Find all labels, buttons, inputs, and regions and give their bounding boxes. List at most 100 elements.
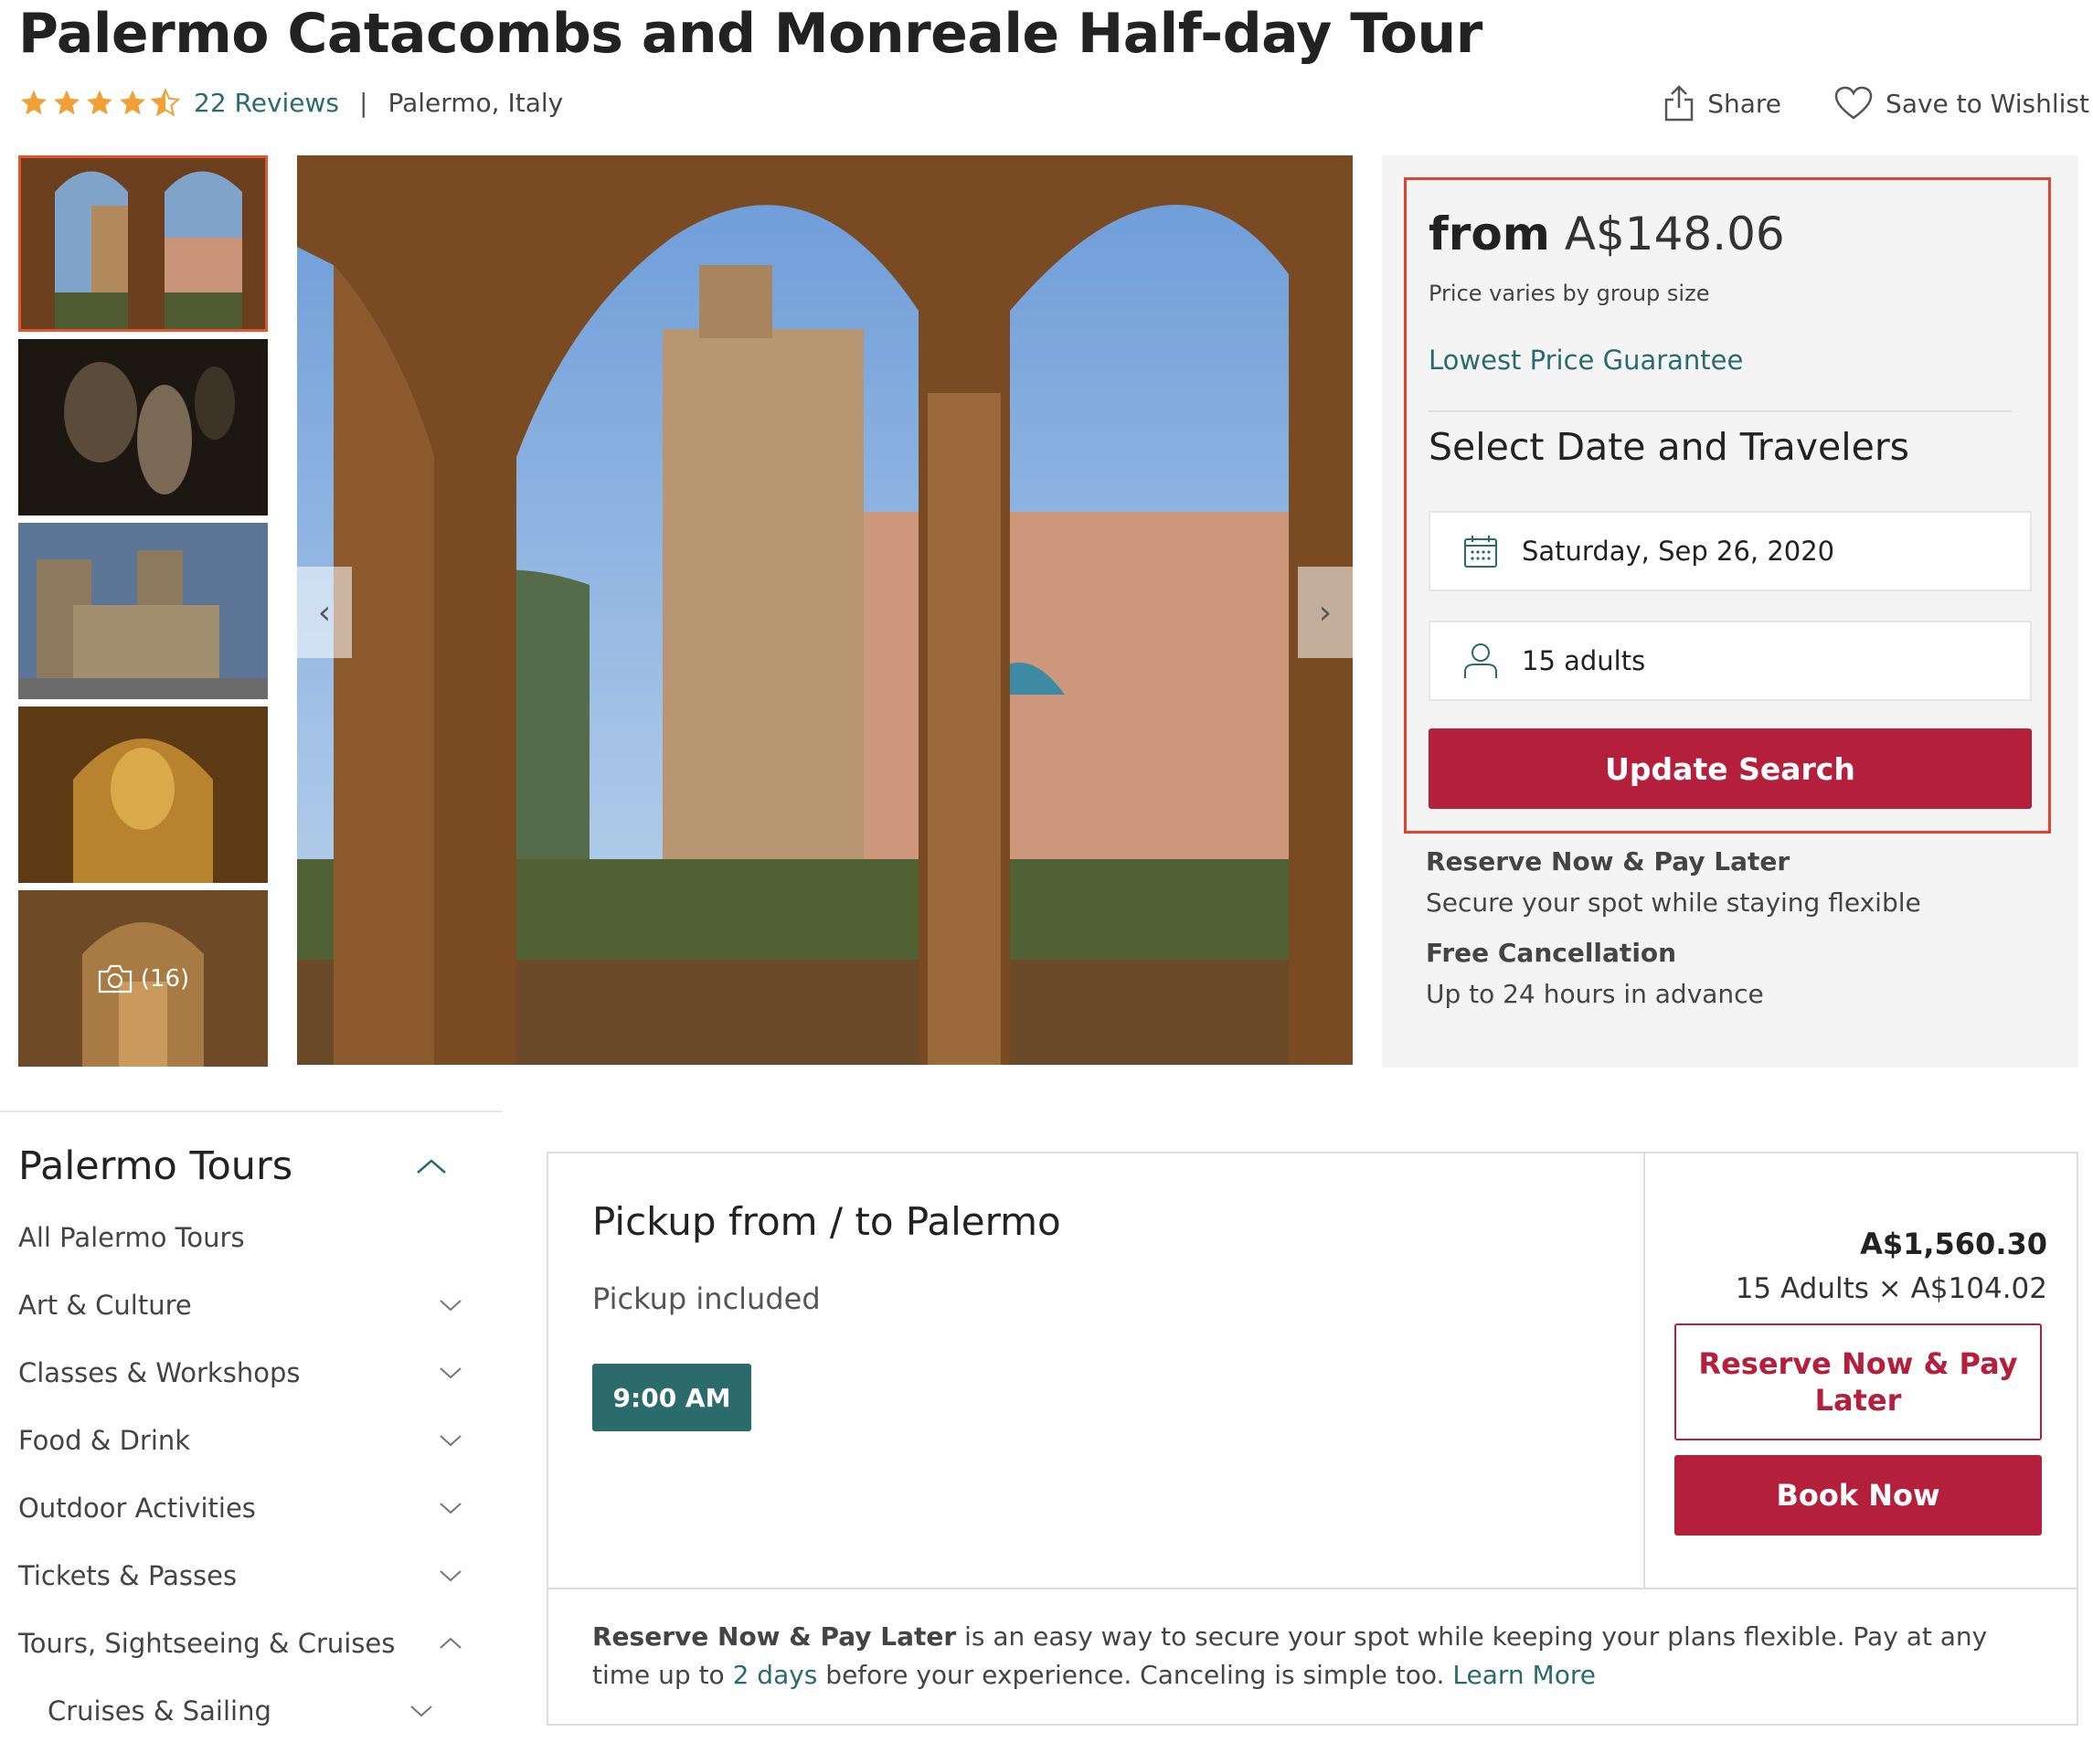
price-value: A$148.06 xyxy=(1564,207,1785,260)
perk-title: Reserve Now & Pay Later xyxy=(1426,846,1790,877)
date-picker-field[interactable]: Saturday, Sep 26, 2020 xyxy=(1429,511,2032,591)
perk-title: Free Cancellation xyxy=(1426,938,1677,968)
reserve-now-pay-later-button[interactable]: Reserve Now & Pay Later xyxy=(1674,1323,2042,1440)
thumbnail-more-photos[interactable]: (16) xyxy=(18,890,268,1067)
thumbnail-strip: (16) xyxy=(18,155,268,1074)
sidebar-item-cruises-sailing[interactable]: Cruises & Sailing xyxy=(18,1677,475,1745)
camera-icon xyxy=(98,964,132,993)
thumbnail-cathedral[interactable] xyxy=(18,523,268,699)
time-slot-button[interactable]: 9:00 AM xyxy=(592,1364,751,1431)
tour-option-card: Pickup from / to Palermo Pickup included… xyxy=(547,1152,2078,1726)
wishlist-label: Save to Wishlist xyxy=(1886,88,2089,119)
chevron-down-icon xyxy=(410,1706,432,1717)
reserve-info-text: Reserve Now & Pay Later is an easy way t… xyxy=(592,1618,2033,1695)
sidebar-item-classes-workshops[interactable]: Classes & Workshops xyxy=(18,1339,475,1407)
option-details: Pickup from / to Palermo Pickup included… xyxy=(548,1153,1643,1588)
star-icon xyxy=(54,90,80,115)
reserve-info-bold: Reserve Now & Pay Later xyxy=(592,1621,957,1652)
sidebar-item-label: Tickets & Passes xyxy=(18,1560,238,1591)
option-price-breakdown: 15 Adults × A$104.02 xyxy=(1735,1272,2047,1305)
chevron-up-icon xyxy=(417,1159,446,1174)
sidebar-divider xyxy=(0,1110,503,1112)
share-button[interactable]: Share xyxy=(1663,84,1781,122)
option-total-price: A$1,560.30 xyxy=(1860,1227,2047,1261)
hero-photo xyxy=(297,155,1353,1065)
learn-more-link[interactable]: Learn More xyxy=(1452,1660,1596,1690)
chevron-down-icon xyxy=(440,1435,462,1447)
rating-row: 22 Reviews | Palermo, Italy xyxy=(18,84,563,121)
option-subtitle: Pickup included xyxy=(592,1281,821,1316)
sidebar-item-label: All Palermo Tours xyxy=(18,1222,245,1253)
price-prefix: from xyxy=(1429,207,1550,260)
photo-count: (16) xyxy=(140,964,190,993)
star-icon xyxy=(120,90,145,115)
thumbnail-interior-mosaic[interactable] xyxy=(18,707,268,883)
divider xyxy=(1429,410,2012,412)
reserve-info-part2: before your experience. Canceling is sim… xyxy=(817,1660,1453,1690)
chevron-left-icon: ‹ xyxy=(317,593,332,632)
chevron-down-icon xyxy=(440,1367,462,1379)
sidebar-item-outdoor-activities[interactable]: Outdoor Activities xyxy=(18,1474,475,1542)
booking-form: from A$148.06 Price varies by group size… xyxy=(1404,177,2051,834)
sidebar-item-label: Classes & Workshops xyxy=(18,1357,301,1388)
price-note: Price varies by group size xyxy=(1429,281,1710,306)
star-icon xyxy=(87,90,112,115)
share-label: Share xyxy=(1707,88,1782,119)
days-link[interactable]: 2 days xyxy=(733,1660,818,1690)
half-star-icon xyxy=(150,88,181,117)
hero-image: ‹ › xyxy=(297,155,1353,1065)
perk-free-cancellation: Free Cancellation Up to 24 hours in adva… xyxy=(1426,938,1764,1009)
option-title: Pickup from / to Palermo xyxy=(592,1199,1061,1244)
star-rating xyxy=(18,88,181,117)
option-pricing: A$1,560.30 15 Adults × A$104.02 Reserve … xyxy=(1645,1153,2077,1588)
sidebar-item-art-culture[interactable]: Art & Culture xyxy=(18,1271,475,1339)
thumbnail-image xyxy=(18,523,268,699)
date-value: Saturday, Sep 26, 2020 xyxy=(1522,536,1835,567)
header-actions: Share Save to Wishlist xyxy=(1663,84,2089,122)
travelers-value: 15 adults xyxy=(1522,645,1646,676)
person-icon xyxy=(1463,642,1502,680)
book-now-button[interactable]: Book Now xyxy=(1674,1455,2042,1536)
sidebar-categories: Palermo Tours All Palermo Tours Art & Cu… xyxy=(18,1138,475,1745)
share-icon xyxy=(1664,85,1694,122)
chevron-up-icon xyxy=(440,1637,462,1649)
wishlist-button[interactable]: Save to Wishlist xyxy=(1834,86,2089,121)
heart-icon xyxy=(1834,86,1873,120)
hero-prev-button[interactable]: ‹ xyxy=(297,567,352,658)
price-display: from A$148.06 xyxy=(1429,207,1785,260)
star-icon xyxy=(21,90,47,115)
update-search-button[interactable]: Update Search xyxy=(1429,728,2032,809)
sidebar-item-food-drink[interactable]: Food & Drink xyxy=(18,1407,475,1474)
meta-separator: | xyxy=(359,87,368,118)
booking-panel: from A$148.06 Price varies by group size… xyxy=(1382,155,2078,1068)
travelers-field[interactable]: 15 adults xyxy=(1429,621,2032,701)
thumbnail-cloister[interactable] xyxy=(18,155,268,332)
sidebar-item-tours-sightseeing-cruises[interactable]: Tours, Sightseeing & Cruises xyxy=(18,1610,475,1677)
perk-text: Secure your spot while staying flexible xyxy=(1426,887,1921,918)
sidebar-item-tickets-passes[interactable]: Tickets & Passes xyxy=(18,1542,475,1610)
chevron-right-icon: › xyxy=(1318,593,1333,632)
thumbnail-image xyxy=(18,339,268,515)
sidebar-item-label: Tours, Sightseeing & Cruises xyxy=(18,1628,396,1659)
perk-reserve-now: Reserve Now & Pay Later Secure your spot… xyxy=(1426,846,1921,918)
sidebar-item-all-palermo-tours[interactable]: All Palermo Tours xyxy=(18,1204,475,1271)
sidebar-heading-label: Palermo Tours xyxy=(18,1143,293,1189)
photo-count-overlay: (16) xyxy=(18,890,268,1067)
chevron-down-icon xyxy=(440,1503,462,1514)
sidebar-item-label: Art & Culture xyxy=(18,1290,192,1321)
thumbnail-image xyxy=(18,155,268,332)
chevron-down-icon xyxy=(440,1570,462,1582)
hero-next-button[interactable]: › xyxy=(1298,567,1353,658)
sidebar-item-label: Outdoor Activities xyxy=(18,1493,256,1524)
select-date-travelers-heading: Select Date and Travelers xyxy=(1429,425,1910,469)
sidebar-heading[interactable]: Palermo Tours xyxy=(18,1138,475,1195)
thumbnail-catacombs[interactable] xyxy=(18,339,268,515)
divider xyxy=(548,1588,2077,1589)
calendar-icon xyxy=(1463,534,1502,569)
reviews-link[interactable]: 22 Reviews xyxy=(194,88,339,118)
page-title: Palermo Catacombs and Monreale Half-day … xyxy=(18,2,1482,66)
lowest-price-guarantee-link[interactable]: Lowest Price Guarantee xyxy=(1429,345,1743,376)
location-label: Palermo, Italy xyxy=(388,87,564,118)
sidebar-item-label: Food & Drink xyxy=(18,1425,191,1456)
chevron-down-icon xyxy=(440,1300,462,1312)
